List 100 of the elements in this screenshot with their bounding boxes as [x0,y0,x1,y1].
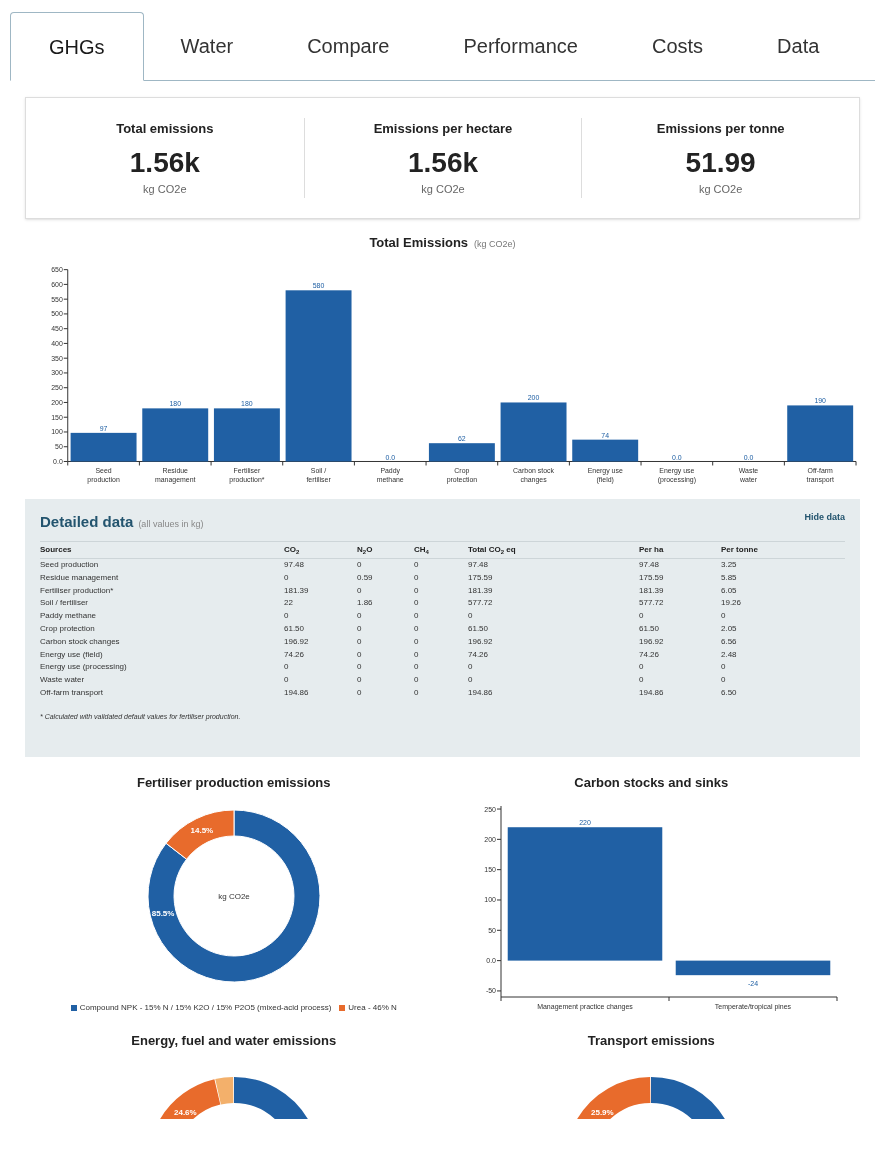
table-cell: 0 [357,635,414,649]
table-cell: 194.86 [639,686,721,700]
metric-label: Emissions per tonne [656,120,785,138]
legend-label: Compound NPK - 15% N / 15% K2O / 15% P2O5 (mixed-acid process) [79,1002,332,1014]
table-cell: 97.48 [468,558,639,572]
table-cell: 0 [357,686,414,700]
table-cell: 0 [357,623,414,636]
table-cell: 61.50 [468,623,639,636]
table-cell: 0 [284,674,357,687]
table-cell: 194.86 [468,686,639,700]
table-cell: 0 [357,648,414,662]
table-cell: 0 [414,648,468,662]
table-cell-text: 6.50 [721,686,738,699]
table-cell: 175.59 [468,571,639,585]
tab[interactable]: Performance [426,11,615,80]
table-cell: 0 [284,610,357,623]
slice-label: 25.9% [591,1107,614,1117]
table-cell: 0 [414,571,468,585]
table-cell: 0 [414,584,468,598]
table-cell: 0 [357,674,414,687]
metric-value: 51.99 [685,145,756,180]
table-cell: Seed production [40,558,284,572]
table-cell: 97.48 [284,558,357,572]
tab[interactable]: Water [143,11,271,80]
metric-label: Total emissions [116,120,214,138]
table-cell: Waste water [40,674,284,687]
table-cell: Fertiliser production* [40,584,284,598]
legend-label: Urea - 46% N [348,1002,397,1014]
bar [572,439,639,461]
column-header: Per tonne [721,541,845,559]
table-cell: Residue management [40,571,284,585]
table-cell: 194.86 [284,686,357,700]
table-cell-text: 6.56 [721,635,738,648]
column-header: CO$_{2}$ [284,541,357,559]
slice-label: 24.6% [173,1107,197,1117]
chart-title: Transport emissions [587,1032,715,1050]
section-title: Detailed data [40,511,134,532]
table-cell: 0 [414,623,468,636]
table-cell: 0 [357,584,414,598]
slice-label: 14.5% [190,826,213,836]
bar [70,432,137,461]
bar [500,401,567,461]
table-cell: 0 [284,661,357,675]
table-cell: 181.39 [468,584,639,598]
table-cell: Energy use (processing) [40,661,284,675]
table-cell: 577.72 [639,597,721,611]
table-cell: 97.48 [639,558,721,572]
table-cell: 0 [468,674,639,687]
table-cell: 0.59 [357,571,414,585]
section-subtitle: (all values in kg) [138,517,204,531]
bar [428,442,495,461]
table-cell: 181.39 [284,584,357,598]
tab[interactable]: Compare [270,11,427,80]
table-cell: 74.26 [468,648,639,662]
tab[interactable]: Data [740,11,857,80]
table-cell: Carbon stock changes [40,635,284,649]
chart-title: Total Emissions [369,234,469,252]
table-cell: 0 [414,610,468,623]
table-cell-text: 5.85 [721,571,738,584]
table-cell: 61.50 [284,623,357,636]
chart-title: Fertiliser production emissions [136,773,331,792]
table-cell: 0 [284,571,357,585]
table-cell: Off-farm transport [40,686,284,700]
table-cell: Crop protection [40,623,284,636]
table-cell: 0 [357,558,414,572]
bar [787,404,854,461]
metric-value: 1.56k [407,145,479,180]
hide-data-link[interactable]: Hide data [804,510,845,524]
column-header: N$_{2}$O [357,541,414,559]
slice-label: 85.5% [151,909,175,919]
table-cell: 74.26 [639,648,721,662]
table-cell: 0 [414,597,468,611]
chart-title: Energy, fuel and water emissions [131,1032,337,1050]
metric-unit: kg CO2e [143,181,187,197]
table-cell: 0 [414,635,468,649]
chart-title: Carbon stocks and sinks [574,773,729,792]
table-cell: 175.59 [639,571,721,585]
tab[interactable]: Costs [614,11,741,80]
metric-unit: kg CO2e [698,181,743,197]
table-cell: 1.86 [357,597,414,611]
metric-unit: kg CO2e [421,181,465,197]
metric-label: Emissions per hectare [373,120,513,138]
table-cell: 0 [639,610,721,623]
table-cell: 181.39 [639,584,721,598]
table-cell: 22 [284,597,357,611]
table-cell: 0 [468,661,639,675]
table-cell: 0 [357,661,414,675]
table-cell: Energy use (field) [40,648,284,662]
tab[interactable]: GHGs [10,12,144,81]
table-cell: 0 [414,674,468,687]
table-cell-text: 2.05 [721,623,738,635]
column-header: Total CO$_{2}$ eq [468,541,639,559]
table-cell: 3.25 [721,558,845,572]
table-cell: 0 [639,661,721,675]
table-cell: 196.92 [468,635,639,649]
table-cell-text: 2.48 [721,648,738,661]
table-cell: 61.50 [639,623,721,636]
table-cell-text: 0 [721,610,727,623]
column-header: Per ha [639,541,721,559]
table-cell: 577.72 [468,597,639,611]
